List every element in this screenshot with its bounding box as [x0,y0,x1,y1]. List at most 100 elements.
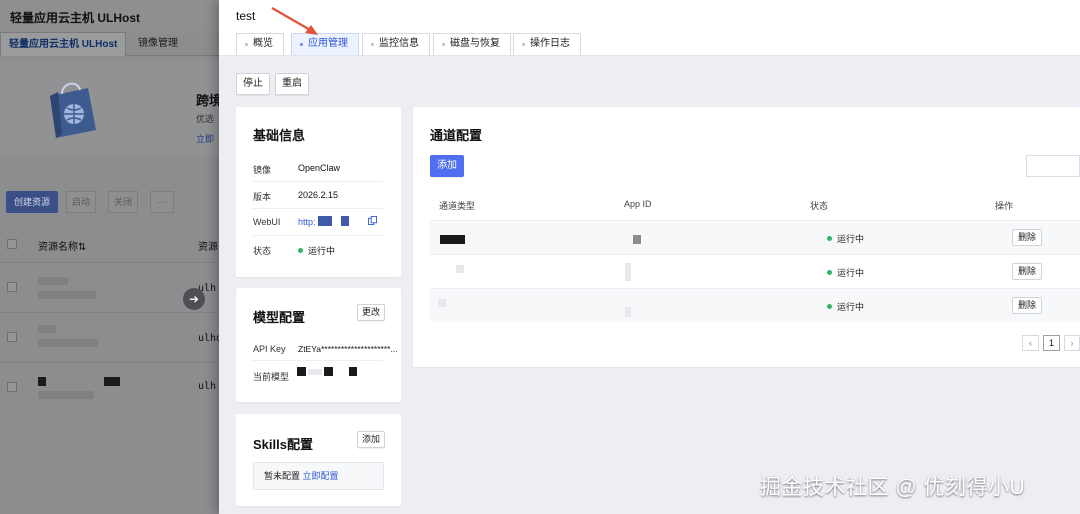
stop-button-bg[interactable]: 关闭 [108,191,138,213]
copy-icon[interactable] [368,216,377,225]
create-resource-button[interactable]: 创建资源 [6,191,58,213]
api-key-value: ZtEYa*********************... [298,344,398,354]
channel-status: 运行中 [827,232,864,245]
stop-button[interactable]: 停止 [236,73,270,95]
console-tab-images[interactable]: 镜像管理 [130,32,186,56]
banner-subtitle: 优选 [196,114,215,124]
channel-search-input[interactable] [1026,155,1080,177]
current-model-label: 当前模型 [253,372,290,382]
shopping-bag-globe-icon [50,82,96,138]
console-app-title: 轻量应用云主机 ULHost [10,11,140,25]
status-running-icon [827,236,832,241]
pagination-page[interactable]: 1 [1043,335,1060,351]
status-text: 运行中 [308,246,336,256]
redacted-note [38,291,96,299]
redacted-name [38,325,56,333]
add-skill-button[interactable]: 添加 [357,431,385,448]
delete-channel-button[interactable]: 删除 [1012,263,1042,280]
instance-detail-drawer: test 概览 应用管理 监控信息 磁盘与恢复 操作日志 停止 重启 基础信息 … [219,0,1080,514]
status-value: 运行中 [298,244,335,257]
add-channel-button[interactable]: 添加 [430,155,464,177]
row-host: ulh [198,381,217,392]
delete-channel-button[interactable]: 删除 [1012,229,1042,246]
channel-status: 运行中 [827,300,864,313]
divider [253,360,383,361]
redacted-name [104,377,120,386]
skills-empty-state: 暂未配置 立即配置 [253,462,384,490]
tab-monitoring[interactable]: 监控信息 [362,33,430,55]
row-checkbox[interactable] [7,382,17,392]
more-button[interactable]: ··· [150,191,174,213]
redacted-app-id [625,263,631,281]
configure-now-link[interactable]: 立即配置 [303,471,339,481]
model-config-title: 模型配置 [253,310,306,325]
api-key-label: API Key [253,344,286,354]
channel-status: 运行中 [827,266,864,279]
redacted-name [56,377,96,386]
row-checkbox[interactable] [7,332,17,342]
version-label: 版本 [253,192,272,202]
redacted-model [324,367,333,376]
webui-label: WebUI [253,217,281,227]
table-row[interactable]: ulho [0,312,222,362]
redacted-url [318,216,332,226]
column-header-resource: 资源 [198,242,218,253]
delete-channel-button[interactable]: 删除 [1012,297,1042,314]
column-header-channel-type: 通道类型 [439,201,476,211]
table-row[interactable]: ulh [0,362,220,412]
status-text: 运行中 [837,234,865,244]
status-running-icon [827,304,832,309]
watermark-text: 掘金技术社区 @ 优刻得小U [760,476,1026,499]
promo-banner [0,60,220,156]
column-header-name[interactable]: 资源名称⇅ [38,238,86,253]
start-button[interactable]: 启动 [66,191,96,213]
redacted-app-id [625,307,631,317]
console-tabs: 轻量应用云主机 ULHost 镜像管理 [0,32,220,56]
pagination-next[interactable]: › [1064,335,1080,351]
redacted-model [349,367,357,376]
status-running-icon [298,248,303,253]
redacted-note [38,339,98,347]
redacted-app-id [633,235,641,244]
redacted-channel-type [456,265,464,273]
table-row: 运行中 删除 [430,220,1080,254]
column-header-app-id: App ID [624,199,652,209]
select-all-checkbox[interactable] [7,239,17,249]
skills-config-card: Skills配置 添加 暂未配置 立即配置 [236,414,401,506]
image-label: 镜像 [253,165,272,175]
redacted-name [38,377,46,386]
divider [253,208,383,209]
column-header-status: 状态 [810,201,829,211]
redacted-url [341,216,349,226]
channel-config-card: 通道配置 添加 通道类型 App ID 状态 操作 运行中 删除 运行中 删除 … [413,107,1080,367]
image-value: OpenClaw [298,163,341,173]
edit-model-button[interactable]: 更改 [357,304,385,321]
divider [253,181,383,182]
restart-button[interactable]: 重启 [275,73,309,95]
model-config-card: 模型配置 更改 API Key ZtEYa*******************… [236,288,401,402]
console-tab-ulhost[interactable]: 轻量应用云主机 ULHost [0,32,127,56]
drawer-title: test [236,9,256,23]
channel-config-title: 通道配置 [430,128,483,143]
version-value: 2026.2.15 [298,190,339,200]
table-row: 运行中 删除 [430,288,1080,322]
basic-info-card: 基础信息 镜像 OpenClaw 版本 2026.2.15 WebUI http… [236,107,401,277]
webui-link[interactable]: http: [298,217,316,227]
redacted-model [297,367,306,376]
banner-link[interactable]: 立即 [196,132,214,145]
pagination-prev[interactable]: ‹ [1022,335,1039,351]
column-header-action: 操作 [995,201,1014,211]
tab-disk-recovery[interactable]: 磁盘与恢复 [433,33,511,55]
redacted-channel-type [440,235,465,244]
status-label: 状态 [253,246,272,256]
arrow-right-icon[interactable]: ➜ [183,288,205,310]
divider [253,235,383,236]
skills-empty-text: 暂未配置 [264,471,301,481]
redacted-model [308,369,322,375]
status-running-icon [827,270,832,275]
drawer-header: test 概览 应用管理 监控信息 磁盘与恢复 操作日志 [219,0,1080,56]
tab-operation-log[interactable]: 操作日志 [513,33,581,55]
redacted-name [38,277,68,285]
row-checkbox[interactable] [7,282,17,292]
redacted-note [38,391,94,399]
